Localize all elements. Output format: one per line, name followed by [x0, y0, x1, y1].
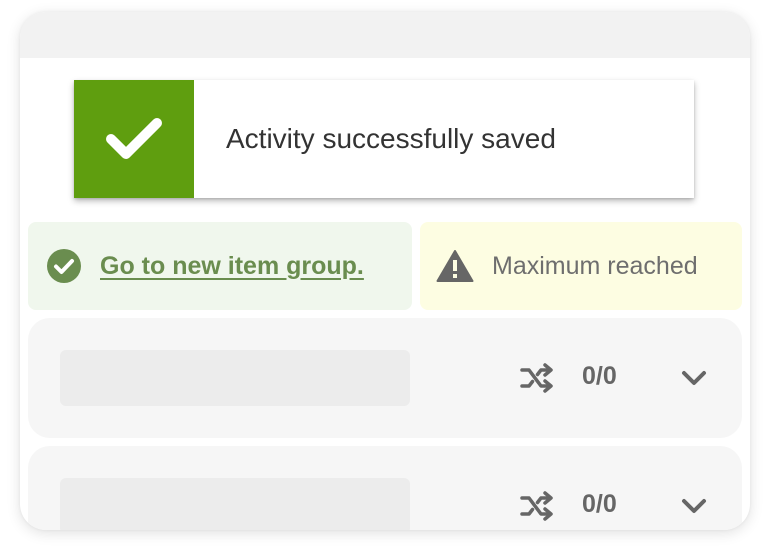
- card-header: [20, 12, 750, 58]
- go-to-item-group-link[interactable]: Go to new item group.: [100, 252, 364, 281]
- item-group-row[interactable]: 0/0: [28, 446, 742, 530]
- toast-icon-box: [74, 80, 194, 198]
- checkmark-icon: [106, 118, 162, 159]
- success-toast: Activity successfully saved: [74, 80, 694, 198]
- check-circle-icon: [46, 248, 82, 284]
- warning-triangle-icon: [436, 249, 474, 283]
- maximum-reached-text: Maximum reached: [492, 251, 698, 280]
- item-group-row[interactable]: 0/0: [28, 318, 742, 438]
- chevron-down-icon[interactable]: [680, 494, 708, 518]
- toast-message: Activity successfully saved: [226, 123, 556, 154]
- chevron-down-icon[interactable]: [680, 366, 708, 390]
- activity-card: Activity successfully saved Go to new it…: [20, 12, 750, 530]
- warning-notice: Maximum reached: [420, 222, 742, 310]
- item-count: 0/0: [582, 490, 617, 518]
- shuffle-icon[interactable]: [520, 491, 554, 521]
- item-group-title-placeholder: [60, 350, 410, 406]
- success-notice: Go to new item group.: [28, 222, 412, 310]
- item-count: 0/0: [582, 362, 617, 390]
- item-group-title-placeholder: [60, 478, 410, 530]
- shuffle-icon[interactable]: [520, 363, 554, 393]
